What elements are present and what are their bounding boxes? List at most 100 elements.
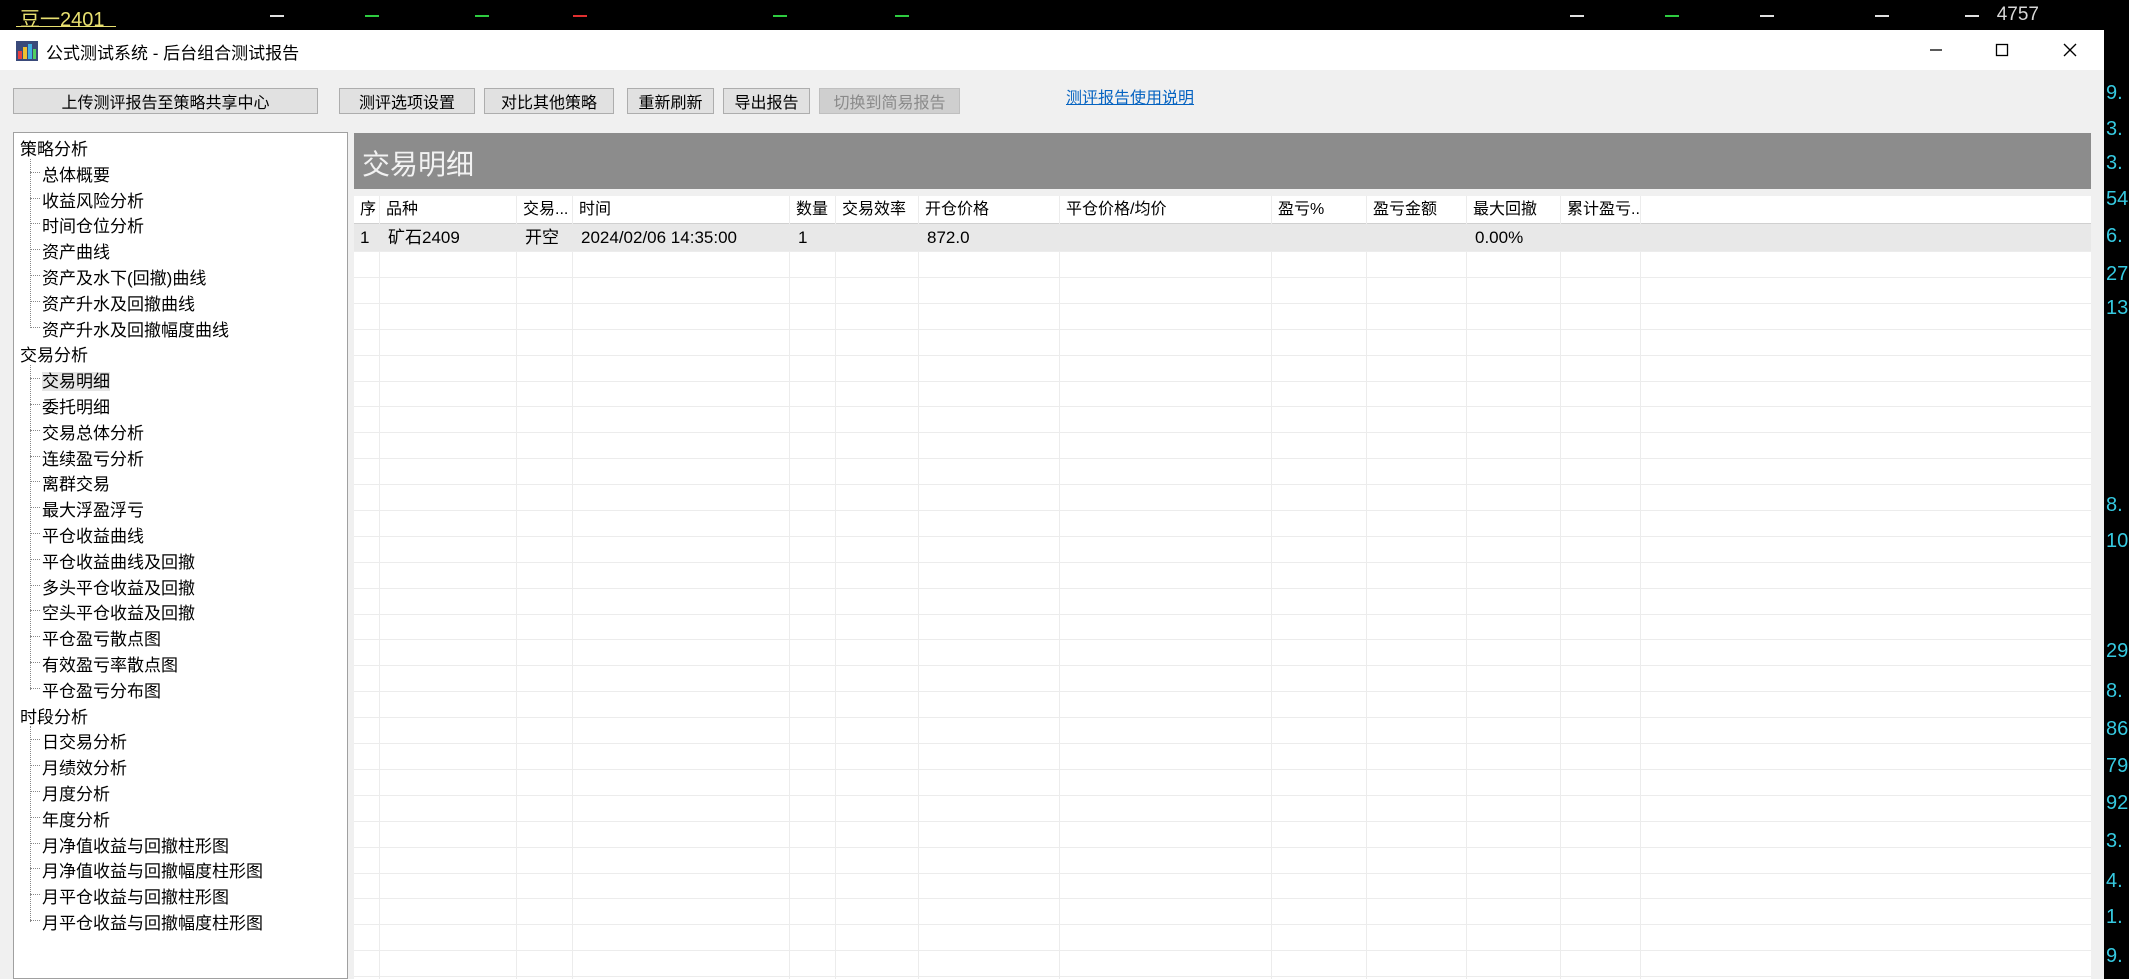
- tree-item[interactable]: 平仓盈亏分布图: [30, 677, 161, 702]
- background-dash: [773, 15, 787, 17]
- title-bar[interactable]: 公式测试系统 - 后台组合测试报告: [0, 30, 2104, 70]
- tree-connector: [30, 791, 40, 792]
- background-dash: [1965, 15, 1979, 17]
- tree-item[interactable]: 月平仓收益与回撤柱形图: [30, 883, 229, 908]
- tree-category[interactable]: 策略分析: [20, 135, 88, 160]
- background-number: 92: [2106, 792, 2129, 814]
- background-price: 4757: [1996, 4, 2039, 25]
- tree-guide-line: [30, 365, 31, 690]
- tree-item[interactable]: 月绩效分析: [30, 754, 127, 779]
- section-header: 交易明细: [354, 133, 2091, 189]
- tree-item[interactable]: 平仓收益曲线及回撤: [30, 548, 195, 573]
- column-header[interactable]: 累计盈亏...: [1561, 196, 1641, 223]
- table-cell: [1272, 224, 1367, 251]
- refresh-button[interactable]: 重新刷新: [627, 88, 714, 114]
- table-cell: [1367, 224, 1467, 251]
- tree-item[interactable]: 收益风险分析: [30, 187, 144, 212]
- background-number: 86: [2106, 718, 2129, 740]
- tree-item[interactable]: 资产曲线: [30, 238, 110, 263]
- tree-category[interactable]: 交易分析: [20, 341, 88, 366]
- tree-item[interactable]: 平仓收益曲线: [30, 522, 144, 547]
- tree-item-label: 资产升水及回撤曲线: [42, 294, 195, 314]
- column-header[interactable]: 交易...: [517, 196, 573, 223]
- tree-item-label: 最大浮盈浮亏: [42, 501, 144, 521]
- tree-item-label: 月净值收益与回撤柱形图: [42, 836, 229, 856]
- app-icon: [16, 41, 38, 61]
- tree-item[interactable]: 空头平仓收益及回撤: [30, 599, 195, 624]
- tree-item[interactable]: 委托明细: [30, 393, 110, 418]
- grid-line: [354, 847, 2091, 848]
- tree-item[interactable]: 月度分析: [30, 780, 110, 805]
- help-link[interactable]: 测评报告使用说明: [1066, 84, 1194, 108]
- tree-item[interactable]: 月净值收益与回撤幅度柱形图: [30, 857, 263, 882]
- table-row[interactable]: 1 矿石2409 开空 2024/02/06 14:35:00 1 872.0 0.00%: [354, 224, 2091, 251]
- tree-connector: [30, 275, 40, 276]
- tree-item-label: 平仓盈亏散点图: [42, 630, 161, 650]
- tree-item[interactable]: 资产升水及回撤曲线: [30, 290, 195, 315]
- column-header[interactable]: 盈亏金额: [1367, 196, 1467, 223]
- column-header[interactable]: 序: [354, 196, 380, 223]
- grid-line: [354, 795, 2091, 796]
- column-header[interactable]: 盈亏%: [1272, 196, 1367, 223]
- tree-item-label: 月平仓收益与回撤幅度柱形图: [42, 914, 263, 933]
- tree-item[interactable]: 多头平仓收益及回撤: [30, 574, 195, 599]
- tree-item[interactable]: 交易总体分析: [30, 419, 144, 444]
- options-button[interactable]: 测评选项设置: [339, 88, 475, 114]
- table-cell: 矿石2409: [388, 228, 460, 247]
- export-button[interactable]: 导出报告: [723, 88, 810, 114]
- tree-item[interactable]: 日交易分析: [30, 728, 127, 753]
- tree-item-label: 资产升水及回撤幅度曲线: [42, 320, 229, 340]
- tree-item[interactable]: 年度分析: [30, 806, 110, 831]
- tree-connector: [30, 739, 40, 741]
- tree-item-label: 资产曲线: [42, 243, 110, 263]
- background-number: 3.: [2106, 118, 2123, 140]
- background-right-edge: 9. 3. 3. 54 6. 27 13 8. 10 29 8. 86 79 92 3. 4. 1. 9.: [2104, 30, 2129, 979]
- column-header[interactable]: 开仓价格: [919, 196, 1060, 223]
- column-header[interactable]: 最大回撤: [1467, 196, 1561, 223]
- tree-connector: [30, 584, 40, 586]
- background-number: 9.: [2106, 945, 2123, 967]
- minimize-icon: [1930, 49, 1942, 51]
- tree-item[interactable]: 资产及水下(回撤)曲线: [30, 264, 206, 289]
- tree-guide-line: [30, 726, 31, 922]
- upload-report-button[interactable]: 上传测评报告至策略共享中心: [13, 88, 318, 114]
- grid-line: [354, 873, 2091, 874]
- column-header[interactable]: 时间: [573, 196, 790, 223]
- tree-item[interactable]: 资产升水及回撤幅度曲线: [30, 316, 229, 341]
- tree-item[interactable]: 交易明细: [30, 367, 110, 392]
- background-dash: [895, 15, 909, 17]
- maximize-button[interactable]: [1972, 30, 2032, 70]
- column-header[interactable]: 平仓价格/均价: [1060, 196, 1272, 223]
- tree-item[interactable]: 时间仓位分析: [30, 212, 144, 237]
- grid-line: [354, 976, 2091, 977]
- tree-connector: [30, 662, 40, 663]
- tree-item[interactable]: 月平仓收益与回撤幅度柱形图: [30, 909, 263, 934]
- switch-simple-report-button[interactable]: 切换到简易报告: [819, 88, 960, 114]
- grid-line: [354, 769, 2091, 770]
- tree-item[interactable]: 平仓盈亏散点图: [30, 625, 161, 650]
- tree-item-label: 平仓收益曲线: [42, 527, 144, 546]
- grid-line: [354, 277, 2091, 278]
- column-header[interactable]: 数量: [790, 196, 836, 223]
- close-button[interactable]: [2040, 30, 2100, 70]
- compare-button[interactable]: 对比其他策略: [484, 88, 614, 114]
- tree-connector: [30, 249, 40, 251]
- close-icon: [2063, 43, 2077, 57]
- column-header[interactable]: 品种: [380, 196, 517, 223]
- background-number: 10: [2106, 530, 2129, 552]
- grid-line: [354, 458, 2091, 459]
- tree-connector: [30, 894, 40, 896]
- tree-item[interactable]: 月净值收益与回撤柱形图: [30, 832, 229, 857]
- tree-item[interactable]: 离群交易: [30, 470, 110, 495]
- tree-item[interactable]: 有效盈亏率散点图: [30, 651, 178, 676]
- column-header[interactable]: 交易效率: [836, 196, 919, 223]
- tree-item-label: 月度分析: [42, 785, 110, 804]
- grid-line: [354, 329, 2091, 330]
- tree-connector: [30, 765, 40, 767]
- tree-item[interactable]: 连续盈亏分析: [30, 445, 144, 470]
- background-number: 54: [2106, 188, 2129, 210]
- tree-item[interactable]: 最大浮盈浮亏: [30, 496, 144, 521]
- minimize-button[interactable]: [1906, 30, 1966, 70]
- tree-category[interactable]: 时段分析: [20, 703, 88, 728]
- tree-item[interactable]: 总体概要: [30, 161, 110, 186]
